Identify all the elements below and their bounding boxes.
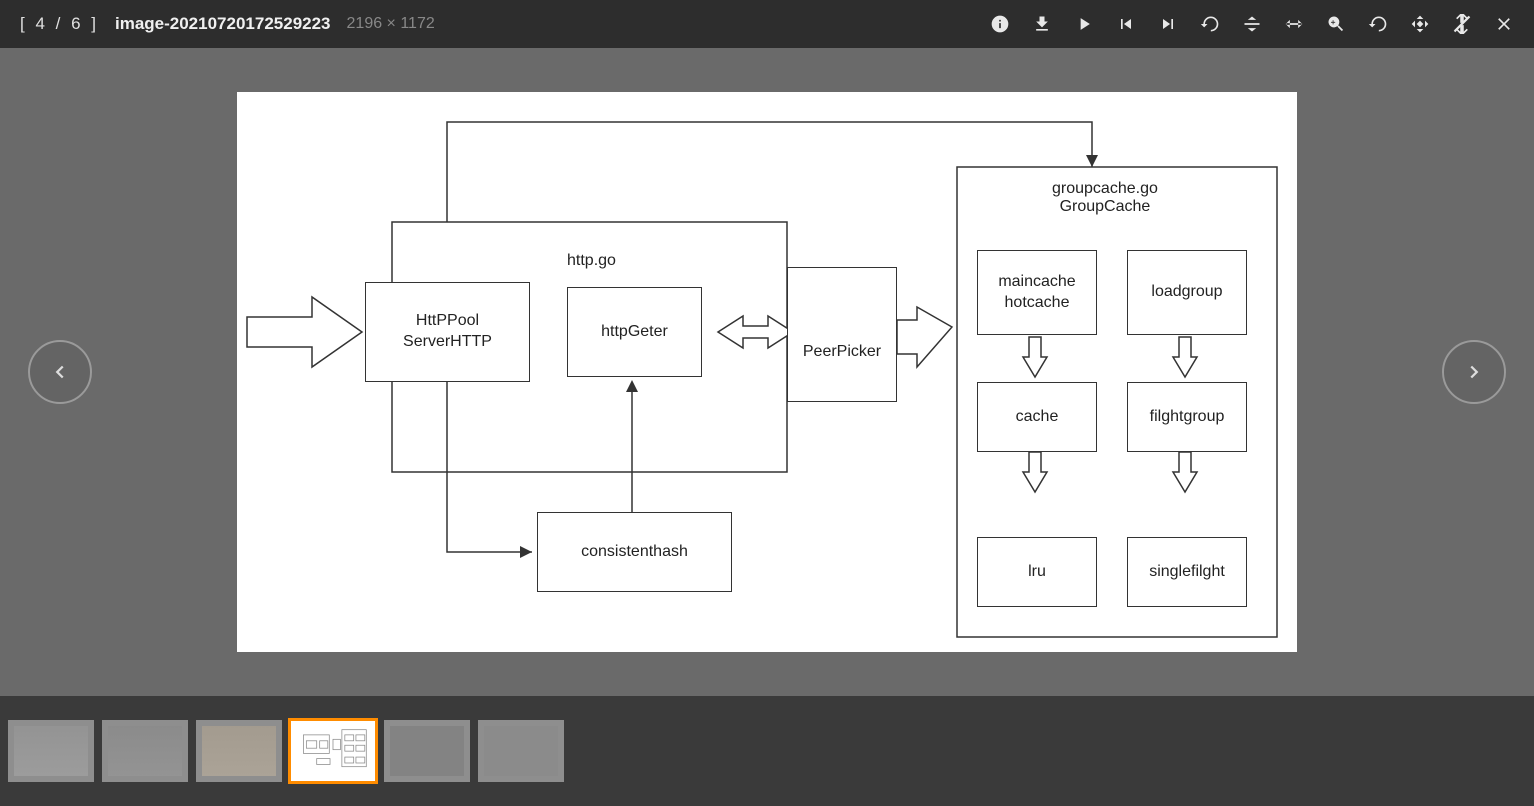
- flip-vertical-icon[interactable]: [1242, 14, 1262, 34]
- image-name: image-20210720172529223: [115, 14, 331, 34]
- zoom-in-icon[interactable]: [1326, 14, 1346, 34]
- thumbnail-6[interactable]: [478, 720, 564, 782]
- httpgo-label: http.go: [567, 252, 616, 270]
- flip-horizontal-icon[interactable]: [1284, 14, 1304, 34]
- topbar-actions: [990, 14, 1514, 34]
- loadgroup-box: loadgroup: [1127, 250, 1247, 335]
- httppool-box: HttPPool ServerHTTP: [365, 282, 530, 382]
- rotate-right-icon[interactable]: [1368, 14, 1388, 34]
- prev-icon[interactable]: [1116, 14, 1136, 34]
- thumbnail-2[interactable]: [102, 720, 188, 782]
- httpgeter-box: httpGeter: [567, 287, 702, 377]
- groupcache-label: groupcache.go GroupCache: [1052, 180, 1158, 216]
- peerpicker-label: PeerPicker: [803, 342, 881, 363]
- filghtgroup-box: filghtgroup: [1127, 382, 1247, 452]
- thumbnail-strip: [0, 696, 1534, 806]
- thumbnail-5[interactable]: [384, 720, 470, 782]
- close-icon[interactable]: [1494, 14, 1514, 34]
- topbar-left: [ 4 / 6 ] image-20210720172529223 2196 ×…: [20, 14, 435, 34]
- fullscreen-icon[interactable]: [1452, 14, 1472, 34]
- singlefilght-box: singlefilght: [1127, 537, 1247, 607]
- consistenthash-box: consistenthash: [537, 512, 732, 592]
- image-stage: http.go peers.go groupcache.go GroupCach…: [0, 48, 1534, 696]
- thumbnail-4[interactable]: [290, 720, 376, 782]
- lightbox-viewer: [ 4 / 6 ] image-20210720172529223 2196 ×…: [0, 0, 1534, 806]
- peerpicker-box: PeerPicker: [787, 267, 897, 402]
- rotate-left-icon[interactable]: [1200, 14, 1220, 34]
- image-dimensions: 2196 × 1172: [347, 15, 435, 33]
- thumbnail-3[interactable]: [196, 720, 282, 782]
- next-icon[interactable]: [1158, 14, 1178, 34]
- topbar: [ 4 / 6 ] image-20210720172529223 2196 ×…: [0, 0, 1534, 48]
- lru-box: lru: [977, 537, 1097, 607]
- download-icon[interactable]: [1032, 14, 1052, 34]
- image-counter: [ 4 / 6 ]: [20, 14, 99, 34]
- maincache-box: maincache hotcache: [977, 250, 1097, 335]
- cache-box: cache: [977, 382, 1097, 452]
- prev-button[interactable]: [28, 340, 92, 404]
- info-icon[interactable]: [990, 14, 1010, 34]
- play-icon[interactable]: [1074, 14, 1094, 34]
- next-button[interactable]: [1442, 340, 1506, 404]
- thumbnail-1[interactable]: [8, 720, 94, 782]
- current-image[interactable]: http.go peers.go groupcache.go GroupCach…: [237, 92, 1297, 652]
- actual-size-icon[interactable]: [1410, 14, 1430, 34]
